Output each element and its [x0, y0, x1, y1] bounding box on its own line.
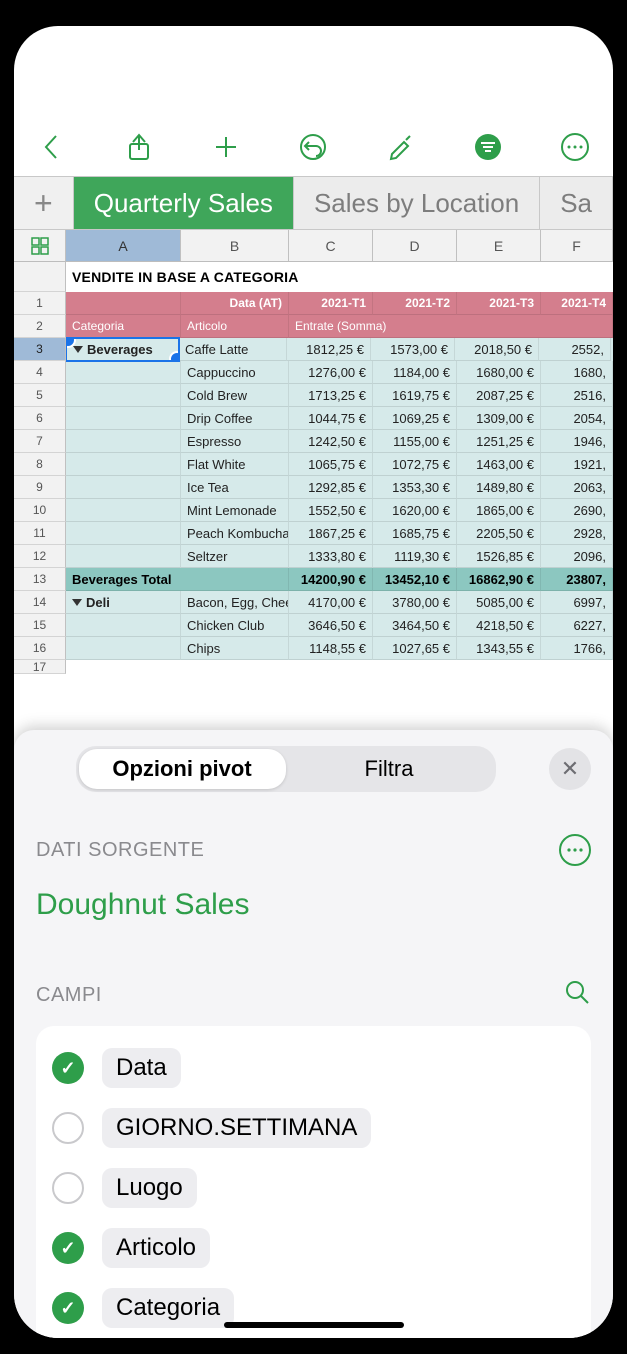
table-row[interactable]: Espresso1242,50 €1155,00 €1251,25 €1946,: [66, 430, 613, 453]
table-row[interactable]: Chips1148,55 €1027,65 €1343,55 €1766,: [66, 637, 613, 660]
row-header-2[interactable]: 2: [14, 315, 66, 338]
checkbox-icon[interactable]: [52, 1172, 84, 1204]
more-button[interactable]: [553, 125, 597, 169]
add-sheet-button[interactable]: +: [14, 177, 74, 229]
tab-sales-by-location[interactable]: Sales by Location: [294, 177, 540, 229]
row-header-16[interactable]: 16: [14, 637, 66, 660]
table-row[interactable]: Beverages Caffe Latte 1812,25 €1573,00 €…: [66, 338, 613, 361]
segment-filter[interactable]: Filtra: [286, 749, 493, 789]
table-row[interactable]: DeliBacon, Egg, Cheese4170,00 €3780,00 €…: [66, 591, 613, 614]
fields-header: CAMPI: [36, 978, 591, 1012]
row-header-15[interactable]: 15: [14, 614, 66, 637]
table-row[interactable]: Seltzer1333,80 €1119,30 €1526,85 €2096,: [66, 545, 613, 568]
table-total-row[interactable]: Beverages Total14200,90 €13452,10 €16862…: [66, 568, 613, 591]
spreadsheet-area[interactable]: 1 2 3 4 5 6 7 8 9 10 11 12 13 14 15 16 1…: [14, 262, 613, 674]
expand-icon[interactable]: [73, 346, 83, 353]
pivot-header-row-1: Data (AT) 2021-T1 2021-T2 2021-T3 2021-T…: [66, 292, 613, 315]
close-panel-button[interactable]: ✕: [549, 748, 591, 790]
field-item[interactable]: Data: [52, 1038, 575, 1098]
add-button[interactable]: [204, 125, 248, 169]
table-row[interactable]: Drip Coffee1044,75 €1069,25 €1309,00 €20…: [66, 407, 613, 430]
row-header-11[interactable]: 11: [14, 522, 66, 545]
row-header-12[interactable]: 12: [14, 545, 66, 568]
segment-pivot-options[interactable]: Opzioni pivot: [79, 749, 286, 789]
field-item[interactable]: GIORNO.SETTIMANA: [52, 1098, 575, 1158]
row-header-13[interactable]: 13: [14, 568, 66, 591]
row-header-17[interactable]: 17: [14, 660, 66, 674]
column-headers: A B C D E F: [14, 230, 613, 262]
table-body: VENDITE IN BASE A CATEGORIA Data (AT) 20…: [66, 262, 613, 674]
search-fields-button[interactable]: [563, 978, 591, 1012]
col-header-b[interactable]: B: [181, 230, 289, 261]
toolbar: [14, 118, 613, 176]
source-more-button[interactable]: [559, 834, 591, 866]
row-header-14[interactable]: 14: [14, 591, 66, 614]
fields-list: Data GIORNO.SETTIMANA Luogo Articolo Cat…: [36, 1026, 591, 1338]
table-row[interactable]: Ice Tea1292,85 €1353,30 €1489,80 €2063,: [66, 476, 613, 499]
format-button[interactable]: [379, 125, 423, 169]
source-table-name[interactable]: Doughnut Sales: [36, 888, 591, 922]
table-row[interactable]: Flat White1065,75 €1072,75 €1463,00 €192…: [66, 453, 613, 476]
sheet-tabs: + Quarterly Sales Sales by Location Sa: [14, 176, 613, 230]
expand-icon[interactable]: [72, 599, 82, 606]
source-data-header: DATI SORGENTE: [36, 834, 591, 866]
selected-cell[interactable]: Beverages: [66, 337, 180, 362]
checkbox-icon[interactable]: [52, 1052, 84, 1084]
home-indicator[interactable]: [224, 1322, 404, 1328]
field-item[interactable]: Categoria: [52, 1278, 575, 1338]
tab-truncated[interactable]: Sa: [540, 177, 613, 229]
table-title: VENDITE IN BASE A CATEGORIA: [66, 262, 613, 292]
row-header-3[interactable]: 3: [14, 338, 66, 361]
filter-button[interactable]: [466, 125, 510, 169]
row-header-4[interactable]: 4: [14, 361, 66, 384]
row-header-title[interactable]: [14, 262, 66, 292]
row-header-6[interactable]: 6: [14, 407, 66, 430]
table-row[interactable]: Peach Kombucha1867,25 €1685,75 €2205,50 …: [66, 522, 613, 545]
select-all-corner[interactable]: [14, 230, 66, 261]
tab-quarterly-sales[interactable]: Quarterly Sales: [74, 177, 294, 229]
status-bar: [14, 26, 613, 118]
field-label: Luogo: [102, 1168, 197, 1208]
undo-button[interactable]: [291, 125, 335, 169]
row-header-7[interactable]: 7: [14, 430, 66, 453]
col-header-a[interactable]: A: [66, 230, 181, 261]
segment-control: Opzioni pivot Filtra: [76, 746, 496, 792]
table-row[interactable]: Cappuccino1276,00 €1184,00 €1680,00 €168…: [66, 361, 613, 384]
field-label: Articolo: [102, 1228, 210, 1268]
row-header-1[interactable]: 1: [14, 292, 66, 315]
col-header-d[interactable]: D: [373, 230, 457, 261]
table-row[interactable]: Cold Brew1713,25 €1619,75 €2087,25 €2516…: [66, 384, 613, 407]
checkbox-icon[interactable]: [52, 1232, 84, 1264]
checkbox-icon[interactable]: [52, 1112, 84, 1144]
table-row[interactable]: Mint Lemonade1552,50 €1620,00 €1865,00 €…: [66, 499, 613, 522]
col-header-c[interactable]: C: [289, 230, 373, 261]
table-row[interactable]: Chicken Club3646,50 €3464,50 €4218,50 €6…: [66, 614, 613, 637]
pivot-header-row-2: Categoria Articolo Entrate (Somma): [66, 315, 613, 338]
field-item[interactable]: Luogo: [52, 1158, 575, 1218]
field-item[interactable]: Articolo: [52, 1218, 575, 1278]
checkbox-icon[interactable]: [52, 1292, 84, 1324]
share-button[interactable]: [117, 125, 161, 169]
device-frame: + Quarterly Sales Sales by Location Sa A…: [14, 26, 613, 1338]
field-label: Categoria: [102, 1288, 234, 1328]
row-header-9[interactable]: 9: [14, 476, 66, 499]
col-header-f[interactable]: F: [541, 230, 613, 261]
row-header-5[interactable]: 5: [14, 384, 66, 407]
col-header-e[interactable]: E: [457, 230, 541, 261]
field-label: Data: [102, 1048, 181, 1088]
field-label: GIORNO.SETTIMANA: [102, 1108, 371, 1148]
back-button[interactable]: [30, 125, 74, 169]
row-header-8[interactable]: 8: [14, 453, 66, 476]
row-header-10[interactable]: 10: [14, 499, 66, 522]
pivot-panel: Opzioni pivot Filtra ✕ DATI SORGENTE Dou…: [14, 730, 613, 1338]
row-headers: 1 2 3 4 5 6 7 8 9 10 11 12 13 14 15 16 1…: [14, 262, 66, 674]
